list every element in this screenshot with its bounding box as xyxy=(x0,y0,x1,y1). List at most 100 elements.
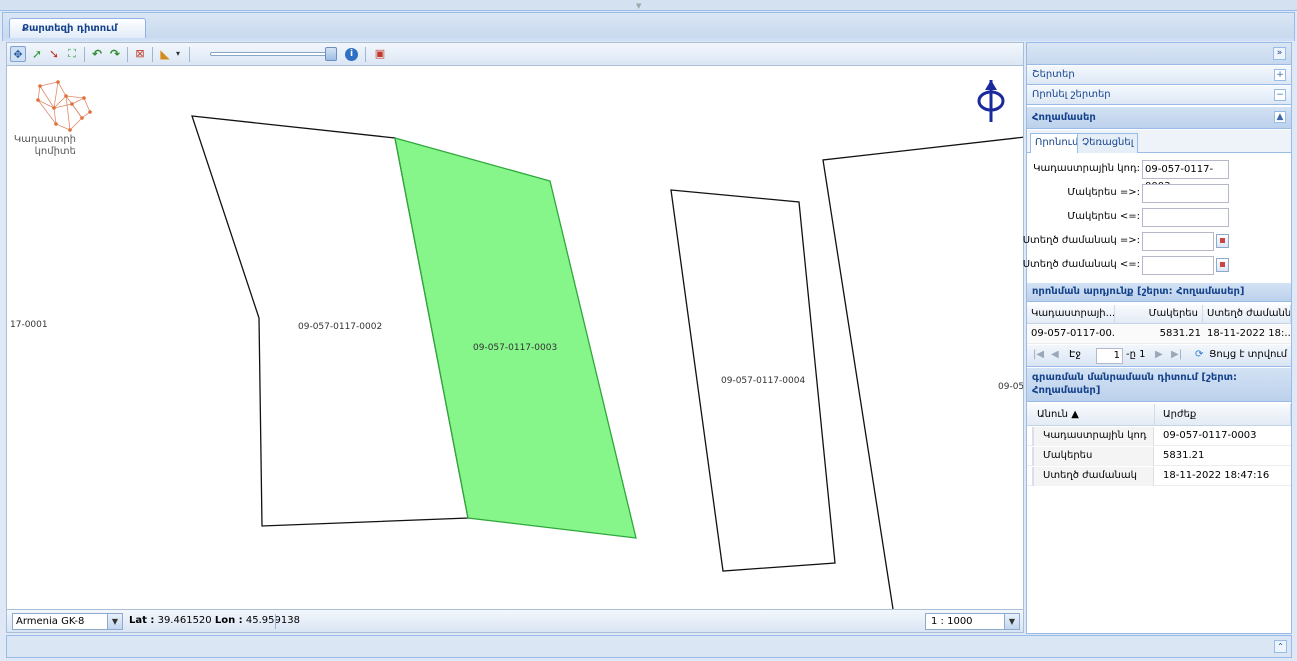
next-view-icon[interactable]: ↷ xyxy=(107,46,123,62)
parcel-label: 09-057-0117-0002 xyxy=(298,322,383,332)
accordion-search-layers-label: Որոնել շերտեր xyxy=(1032,89,1111,100)
property-row[interactable]: Մակերես 5831.21 xyxy=(1027,447,1291,466)
page-input[interactable]: 1 xyxy=(1096,348,1123,364)
created-ge-input[interactable] xyxy=(1142,232,1214,251)
pan-icon[interactable]: ✥ xyxy=(10,46,26,62)
parcel-label: 09-057-0117-0003 xyxy=(473,343,558,353)
parcels-layer xyxy=(191,115,1024,609)
status-separator xyxy=(275,614,276,629)
toolbar-separator xyxy=(189,47,190,62)
accordion-layers[interactable]: Շերտեր + xyxy=(1027,66,1291,85)
search-subtabs: Որոնում Չեռացնել xyxy=(1027,130,1291,153)
results-pager: |◀ ◀ Էջ 1 -ը 1 ▶ ▶| ⟳ Ցույց է տրվում xyxy=(1027,345,1291,367)
tab-underline xyxy=(2,38,1295,41)
column-header-value[interactable]: Արժեք xyxy=(1155,404,1291,426)
chevron-down-icon[interactable]: ▼ xyxy=(107,614,122,629)
toolbar-separator xyxy=(84,47,85,62)
property-value: 09-057-0117-0003 xyxy=(1163,430,1257,441)
property-row[interactable]: Ստեղծ ժամանակ 18-11-2022 18:47:16 xyxy=(1027,467,1291,486)
scale-value: 1 : 1000 xyxy=(931,616,973,627)
zoom-slider-thumb[interactable] xyxy=(325,47,337,61)
logo-network-icon xyxy=(36,80,92,132)
expand-icon[interactable]: + xyxy=(1274,69,1286,81)
prev-page-icon[interactable]: ◀ xyxy=(1051,349,1059,360)
column-header-area[interactable]: Մակերես xyxy=(1115,305,1203,324)
zoom-out-icon[interactable]: ➘ xyxy=(46,46,62,62)
cadastre-logo: Կադաստրի կոմիտե xyxy=(10,78,110,178)
next-page-icon[interactable]: ▶ xyxy=(1155,349,1163,360)
form-row-created-le: Ստեղծ ժամանակ <=: xyxy=(1023,256,1291,276)
tab-search[interactable]: Որոնում xyxy=(1030,133,1084,153)
parcel-label: 09-05 xyxy=(998,382,1024,392)
parcel-09-057-0117-0003-highlighted[interactable] xyxy=(394,137,637,539)
parcel-label: 17-0001 xyxy=(10,320,48,330)
first-page-icon[interactable]: |◀ xyxy=(1033,349,1044,360)
cell-area: 5831.21 xyxy=(1159,328,1201,339)
area-le-input[interactable] xyxy=(1142,208,1229,227)
accordion-layers-label: Շերտեր xyxy=(1032,69,1075,80)
property-row[interactable]: Կադաստրային կոդ 09-057-0117-0003 xyxy=(1027,427,1291,446)
zoom-extent-icon[interactable]: ⛶ xyxy=(64,46,80,62)
property-name: Ստեղծ ժամանակ xyxy=(1032,467,1154,486)
chevron-up-icon[interactable]: ▲ xyxy=(1274,111,1286,123)
zoom-in-icon[interactable]: ➚ xyxy=(29,46,45,62)
accordion-parcels[interactable]: Հողամասեր ▲ xyxy=(1027,107,1291,129)
bottom-panel-collapsed: ⌃ xyxy=(6,635,1292,658)
print-icon[interactable]: ▣ xyxy=(372,46,388,62)
cadastral-code-input[interactable]: 09-057-0117-0003 xyxy=(1142,160,1229,192)
tab-clear[interactable]: Չեռացնել xyxy=(1077,133,1139,153)
projection-select[interactable]: Armenia GK-8 ▼ xyxy=(12,613,123,630)
logo-text: Կադաստրի կոմիտե xyxy=(10,134,76,158)
accordion-search-layers[interactable]: Որոնել շերտեր − xyxy=(1027,86,1291,105)
collapse-icon[interactable]: − xyxy=(1274,89,1286,101)
details-grid-header: Անուն ▲ Արժեք xyxy=(1027,404,1291,426)
details-header: գրառման մանրամասն դիտում [շերտ: Հողամասե… xyxy=(1027,368,1291,402)
map-canvas[interactable]: Կադաստրի կոմիտե 17-0001 09-057-0117-0002… xyxy=(6,66,1024,609)
chevron-down-icon[interactable]: ▾ xyxy=(173,46,183,62)
calendar-icon[interactable] xyxy=(1216,258,1229,272)
parcel-09-05-boundary[interactable] xyxy=(822,136,1024,609)
form-row-cadastral-code: Կադաստրային կոդ: 09-057-0117-0003 xyxy=(1027,160,1291,192)
top-splitter[interactable]: ▼ xyxy=(0,0,1297,11)
property-value: 18-11-2022 18:47:16 xyxy=(1163,470,1270,481)
refresh-icon[interactable]: ⟳ xyxy=(1195,349,1203,360)
chevron-down-icon[interactable]: ▼ xyxy=(1004,614,1019,629)
collapse-panel-button[interactable]: » xyxy=(1273,47,1286,60)
column-header-created[interactable]: Ստեղծ ժամանն... xyxy=(1203,305,1291,324)
form-row-area-le: Մակերես <=: xyxy=(1027,208,1291,228)
created-le-label: Ստեղծ ժամանակ <=: xyxy=(1022,259,1140,270)
toolbar-separator xyxy=(365,47,366,62)
previous-view-icon[interactable]: ↶ xyxy=(89,46,105,62)
measure-icon[interactable]: ◣ xyxy=(157,46,173,62)
lat-value: 39.461520 xyxy=(157,615,212,626)
tab-strip: Քարտեզի դիտում xyxy=(2,12,1295,40)
info-icon[interactable]: i xyxy=(345,48,358,61)
property-name: Կադաստրային կոդ xyxy=(1032,427,1154,446)
last-page-icon[interactable]: ▶| xyxy=(1171,349,1182,360)
select-icon[interactable]: ⊠ xyxy=(132,46,148,62)
column-header-name[interactable]: Անուն ▲ xyxy=(1027,404,1155,426)
lat-label: Lat : xyxy=(129,615,155,626)
area-ge-label: Մակերես =>: xyxy=(1067,187,1140,198)
results-header: որոնման արդյունք [շերտ: Հողամասեր] xyxy=(1027,283,1291,302)
form-row-area-ge: Մակերես =>: xyxy=(1027,184,1291,204)
area-le-label: Մակերես <=: xyxy=(1067,211,1140,222)
zoom-slider[interactable] xyxy=(210,52,332,56)
area-ge-input[interactable] xyxy=(1142,184,1229,203)
right-panel-header: » xyxy=(1027,43,1291,65)
page-label: Էջ xyxy=(1069,349,1082,360)
map-toolbar: ✥ ➚ ➘ ⛶ ↶ ↷ ⊠ ◣ ▾ i ▣ xyxy=(6,42,1024,66)
logo-text-line1: Կադաստրի xyxy=(13,134,76,145)
parcel-label: 09-057-0117-0004 xyxy=(721,376,806,386)
calendar-icon[interactable] xyxy=(1216,234,1229,248)
right-panel: » Շերտեր + Որոնել շերտեր − Հողամասեր ▲ Ո… xyxy=(1023,42,1292,634)
created-le-input[interactable] xyxy=(1142,256,1214,275)
tab-map-view[interactable]: Քարտեզի դիտում xyxy=(9,18,147,40)
scale-select[interactable]: 1 : 1000 ▼ xyxy=(925,613,1020,630)
expand-up-icon[interactable]: ⌃ xyxy=(1274,640,1287,653)
accordion-parcels-label: Հողամասեր xyxy=(1032,112,1096,123)
cell-created: 18-11-2022 18:... xyxy=(1207,328,1291,339)
table-row[interactable]: 09-057-0117-00... 5831.21 18-11-2022 18:… xyxy=(1027,325,1291,344)
column-header-code[interactable]: Կադաստրայի... xyxy=(1027,305,1115,324)
property-name: Մակերես xyxy=(1032,447,1154,466)
